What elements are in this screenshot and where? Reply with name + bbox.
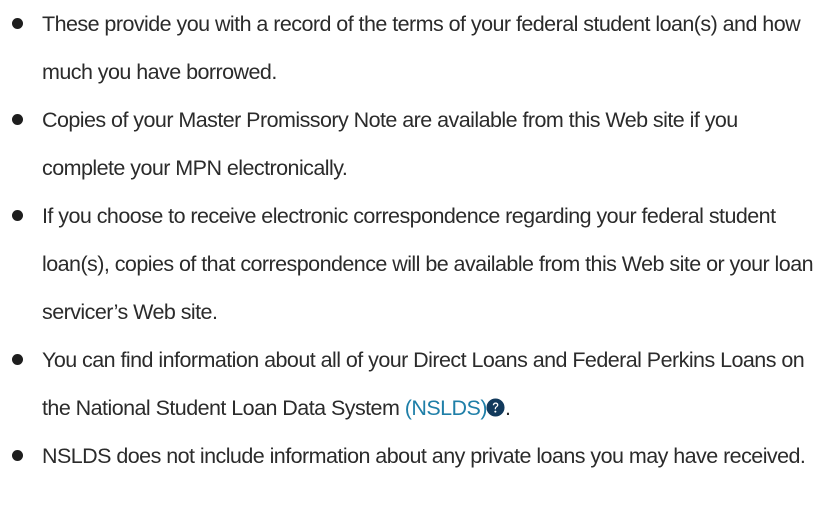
list-item: You can find information about all of yo… — [0, 336, 821, 432]
list-item: These provide you with a record of the t… — [0, 0, 821, 96]
nslds-link[interactable]: (NSLDS) — [405, 396, 488, 420]
bullet-icon — [12, 354, 23, 365]
list-item-text: NSLDS does not include information about… — [42, 444, 806, 468]
bullet-icon — [12, 18, 23, 29]
question-circle-icon[interactable] — [486, 398, 505, 417]
bullet-icon — [12, 450, 23, 461]
list-item: If you choose to receive electronic corr… — [0, 192, 821, 336]
list-item-text: If you choose to receive electronic corr… — [42, 204, 814, 324]
list-item-text: Copies of your Master Promissory Note ar… — [42, 108, 738, 180]
list-item: Copies of your Master Promissory Note ar… — [0, 96, 821, 192]
list-item: NSLDS does not include information about… — [0, 432, 821, 480]
bullet-icon — [12, 114, 23, 125]
info-bullet-list: These provide you with a record of the t… — [0, 0, 821, 480]
list-item-punctuation: . — [504, 396, 511, 420]
list-item-text: These provide you with a record of the t… — [42, 12, 801, 84]
bullet-icon — [12, 210, 23, 221]
